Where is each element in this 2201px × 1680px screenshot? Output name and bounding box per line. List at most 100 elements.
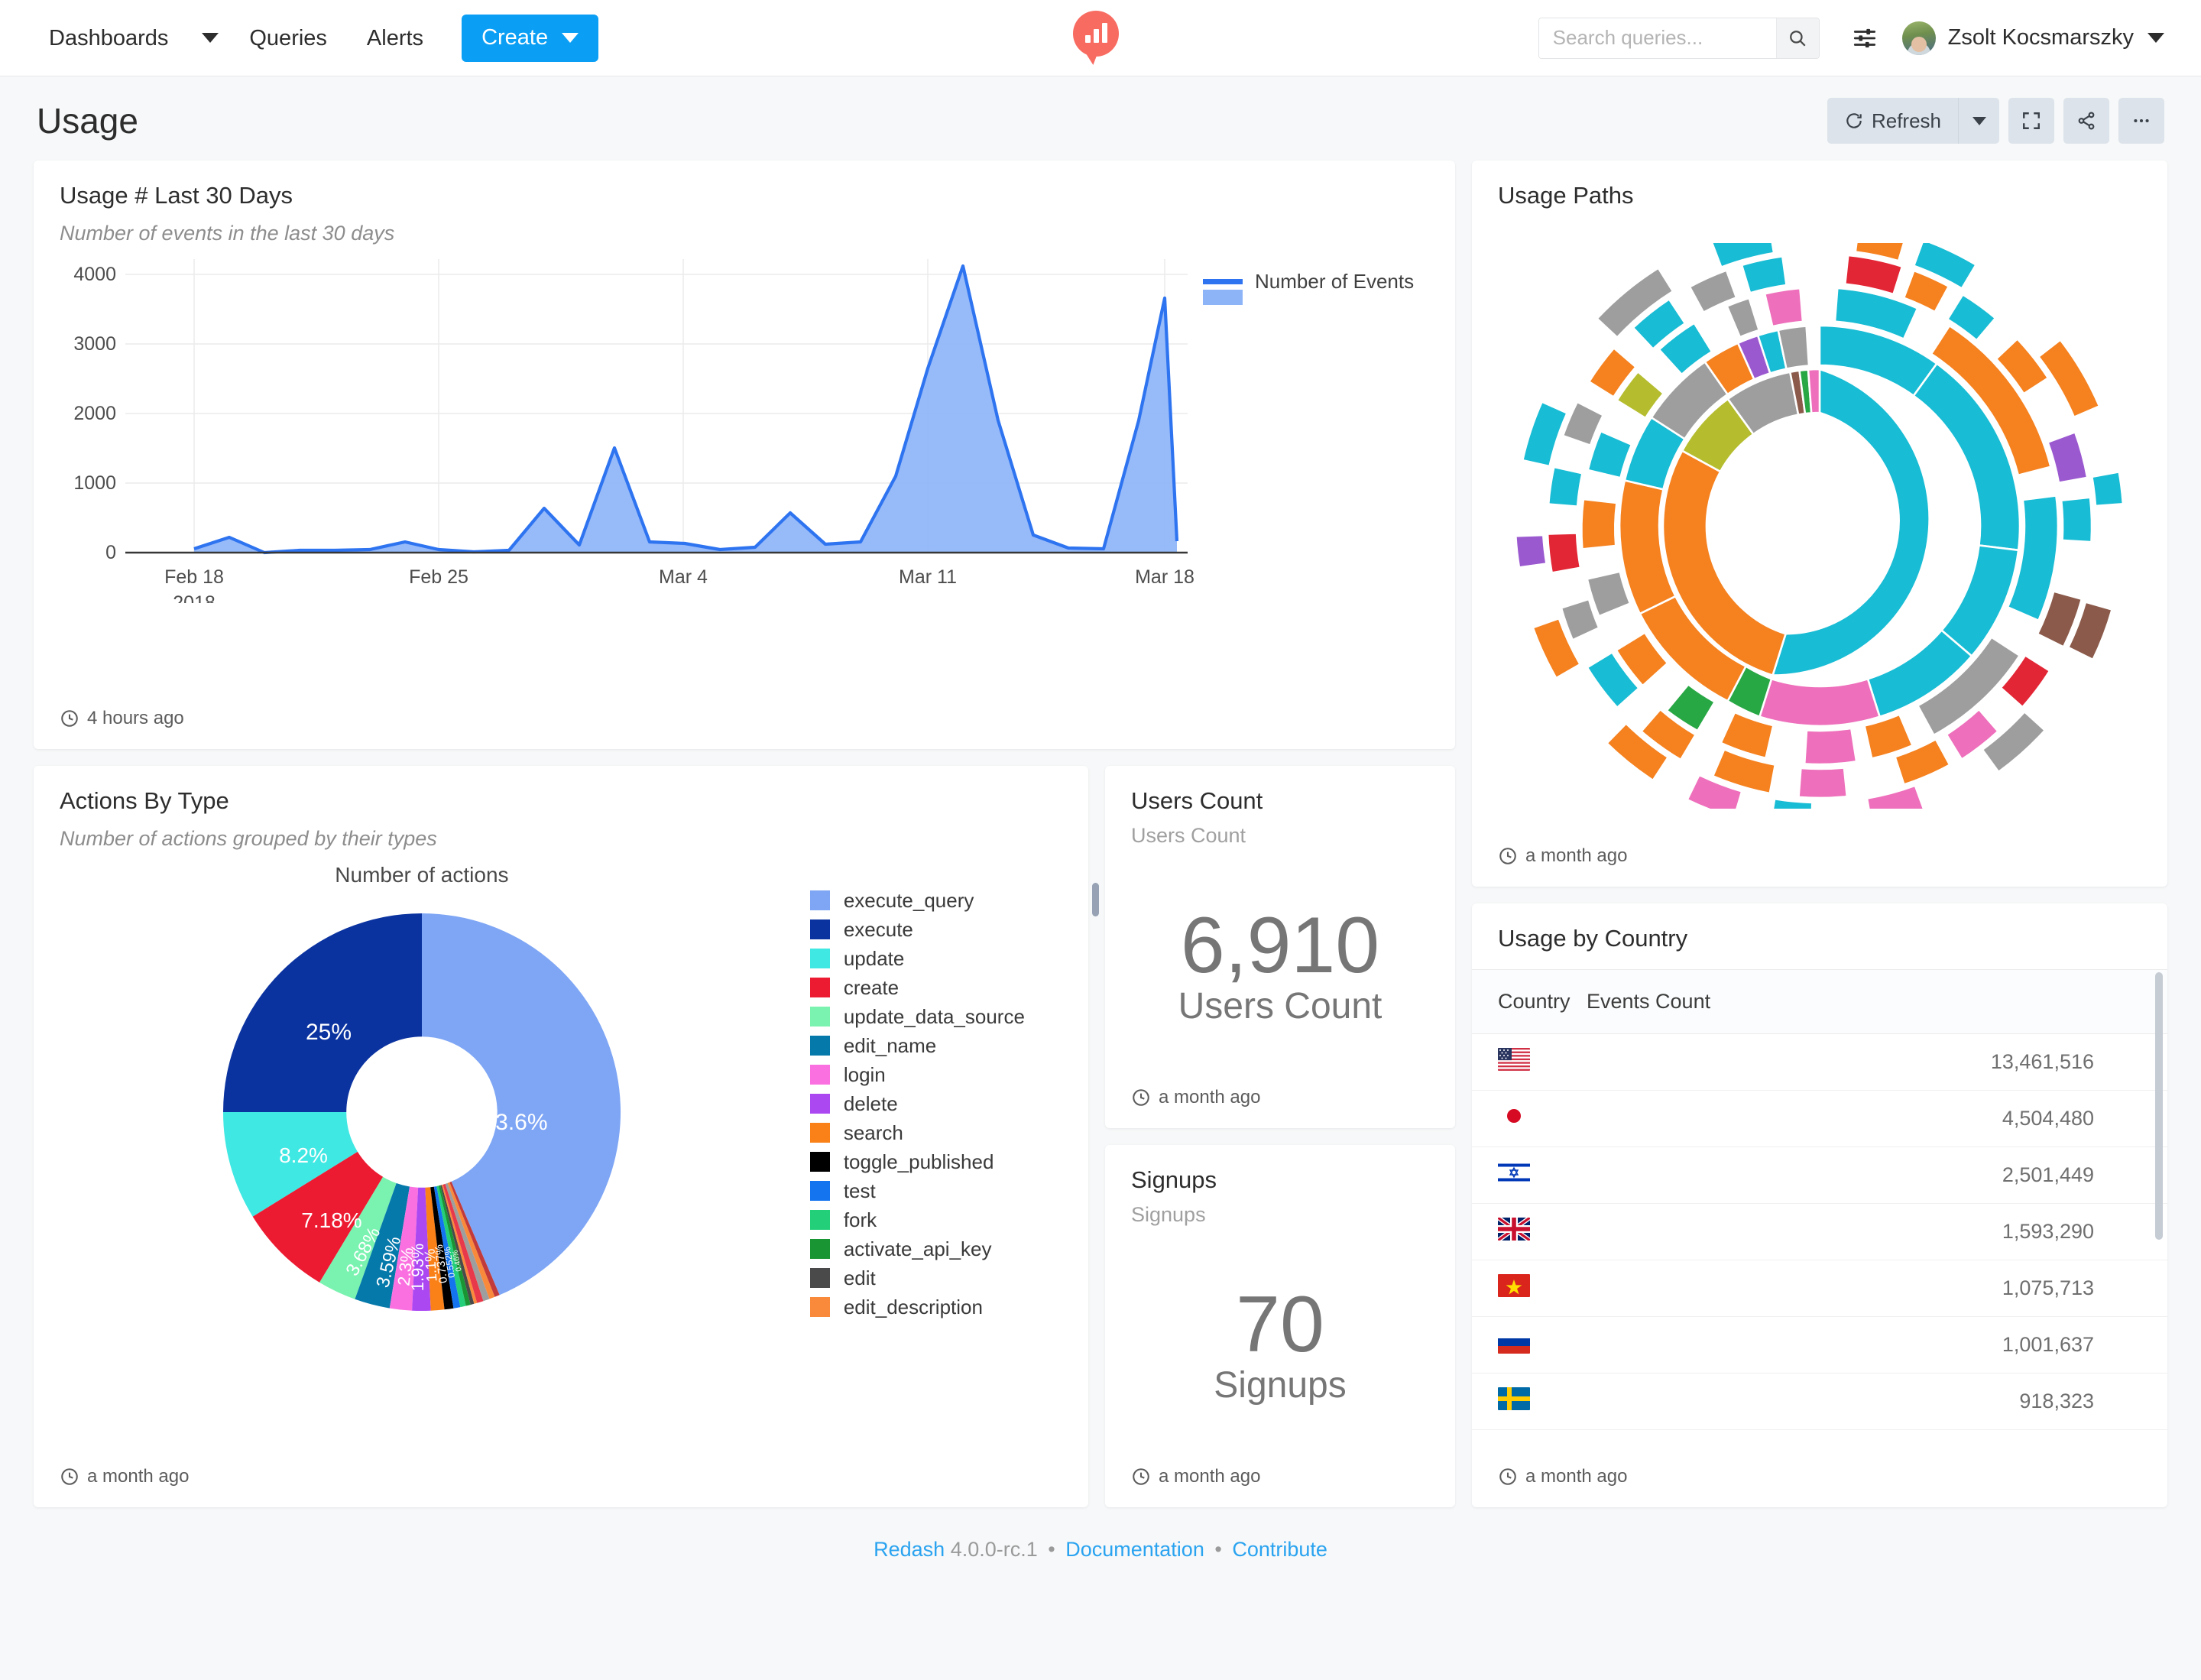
donut-label-execute_query: 43.6%	[482, 1110, 547, 1135]
legend-label: Number of Events	[1255, 270, 1414, 294]
widget-users-count: Users Count Users Count 6,910 Users Coun…	[1105, 766, 1455, 1128]
legend-color-swatch	[810, 1094, 830, 1114]
logo-bar-3	[1102, 23, 1107, 43]
svg-text:2000: 2000	[73, 403, 116, 424]
legend-scrollbar[interactable]	[1092, 883, 1099, 916]
legend-item[interactable]: activate_api_key	[810, 1234, 1088, 1263]
counters-column: Users Count Users Count 6,910 Users Coun…	[1105, 766, 1455, 1507]
sunburst-ring4-seg16	[1548, 467, 1582, 507]
clock-icon	[1498, 1467, 1518, 1487]
legend-item-label: update_data_source	[844, 1005, 1025, 1029]
legend-color-swatch	[810, 978, 830, 997]
table-row: 13,461,516	[1472, 1034, 2167, 1091]
widget-footer: a month ago	[1105, 1455, 1455, 1507]
nav-item-dashboards[interactable]: Dashboards	[37, 0, 188, 76]
nav-item-queries[interactable]: Queries	[229, 0, 347, 76]
sunburst-ring5-seg4	[2092, 472, 2123, 506]
legend-swatch	[1203, 279, 1243, 284]
widget-footer: a month ago	[1472, 1455, 2167, 1507]
refresh-options-button[interactable]	[1958, 98, 1999, 144]
donut-legend[interactable]: execute_query execute update create upda…	[810, 863, 1088, 1322]
legend-item[interactable]: test	[810, 1176, 1088, 1205]
legend-item-label: execute_query	[844, 889, 974, 913]
sunburst-ring3-seg11	[1581, 499, 1616, 549]
chevron-down-icon	[2148, 33, 2164, 43]
area-chart: 4000 3000 2000 1000 0 Feb 18 2018	[34, 245, 1455, 603]
donut-chart-svg: 43.6% 25% 8.2% 7.18% 3.68% 3.59% 2.3% 1.…	[185, 892, 659, 1320]
flag-icon-vn	[1498, 1274, 1530, 1297]
counter-value: 6,910	[1181, 904, 1379, 988]
redash-logo[interactable]	[1073, 11, 1128, 66]
more-options-button[interactable]	[2118, 98, 2164, 144]
footer-brand-link[interactable]: Redash	[874, 1538, 945, 1561]
widget-footer: a month ago	[1472, 835, 2167, 887]
cell-events-count: 918,323	[1587, 1374, 2167, 1430]
legend-item[interactable]: search	[810, 1118, 1088, 1147]
column-header-events-count[interactable]: Events Count	[1587, 970, 2167, 1034]
top-navbar: Dashboards Queries Alerts Create	[0, 0, 2201, 76]
legend-item[interactable]: create	[810, 973, 1088, 1002]
legend-item[interactable]: login	[810, 1060, 1088, 1089]
refresh-button[interactable]: Refresh	[1827, 98, 1958, 144]
nav-dashboards-dropdown[interactable]	[188, 0, 229, 76]
table-row: 1,075,713	[1472, 1260, 2167, 1317]
sunburst-ring4-seg17	[1548, 533, 1580, 572]
column-header-country[interactable]: Country	[1472, 970, 1587, 1034]
refresh-button-group: Refresh	[1827, 98, 1999, 144]
create-button[interactable]: Create	[462, 15, 598, 62]
donut-chart: Number of actions	[34, 863, 810, 1322]
page-header: Usage Refresh	[0, 76, 2201, 161]
widget-title: Users Count	[1131, 787, 1429, 815]
sunburst-ring4-seg1	[1845, 255, 1902, 294]
footer-documentation-link[interactable]: Documentation	[1065, 1538, 1204, 1561]
user-menu[interactable]: Zsolt Kocsmarszky	[1902, 21, 2164, 55]
footer-contribute-link[interactable]: Contribute	[1232, 1538, 1327, 1561]
legend-item[interactable]: edit_name	[810, 1031, 1088, 1060]
legend-item[interactable]: edit	[810, 1263, 1088, 1292]
nav-primary-links: Dashboards Queries Alerts Create	[37, 0, 598, 76]
legend-color-swatch	[810, 890, 830, 910]
donut-slice-execute	[223, 913, 422, 1112]
legend-item[interactable]: toggle_published	[810, 1147, 1088, 1176]
widget-header: Users Count Users Count	[1105, 766, 1455, 848]
search-box[interactable]	[1538, 18, 1820, 59]
svg-text:0: 0	[105, 542, 116, 563]
widget-subtitle: Number of actions grouped by their types	[60, 827, 1062, 851]
widget-subtitle: Users Count	[1131, 824, 1429, 848]
widget-updated-label: a month ago	[1159, 1087, 1260, 1108]
counter-label: Users Count	[1178, 985, 1383, 1027]
sunburst-ring3-seg16	[1804, 728, 1856, 764]
search-submit-button[interactable]	[1776, 18, 1819, 58]
cell-events-count: 1,593,290	[1587, 1204, 2167, 1260]
legend-item[interactable]: delete	[810, 1089, 1088, 1118]
legend-color-swatch	[810, 1123, 830, 1143]
flag-icon-il	[1498, 1161, 1530, 1184]
footer-separator: •	[1048, 1538, 1055, 1561]
widget-actions-by-type: Actions By Type Number of actions groupe…	[34, 766, 1088, 1507]
legend-color-swatch	[810, 1210, 830, 1230]
svg-text:Mar 4: Mar 4	[659, 566, 708, 588]
cell-events-count: 1,001,637	[1587, 1317, 2167, 1374]
legend-item[interactable]: execute_query	[810, 886, 1088, 915]
fullscreen-button[interactable]	[2008, 98, 2054, 144]
legend-item[interactable]: update_data_source	[810, 1002, 1088, 1031]
clock-icon	[60, 709, 79, 728]
share-button[interactable]	[2063, 98, 2109, 144]
sunburst-ring3-seg10	[1588, 431, 1632, 478]
legend-color-swatch	[810, 1007, 830, 1026]
search-input[interactable]	[1539, 18, 1776, 58]
nav-item-alerts[interactable]: Alerts	[347, 0, 443, 76]
legend-item[interactable]: execute	[810, 915, 1088, 944]
legend-item[interactable]: edit_description	[810, 1292, 1088, 1322]
sunburst-ring4-seg18	[1561, 599, 1599, 641]
sunburst-ring4-seg11	[1742, 256, 1786, 293]
table-scrollbar[interactable]	[2155, 972, 2163, 1240]
legend-item[interactable]: fork	[810, 1205, 1088, 1234]
legend-color-swatch	[810, 1065, 830, 1085]
counter-body: 70 Signups	[1105, 1227, 1455, 1455]
dashboard-right-column: Usage Paths	[1472, 161, 2167, 1507]
settings-sliders-button[interactable]	[1852, 25, 1878, 51]
widget-title: Usage Paths	[1498, 182, 2141, 209]
legend-item[interactable]: update	[810, 944, 1088, 973]
logo-bubble-icon	[1073, 11, 1119, 57]
